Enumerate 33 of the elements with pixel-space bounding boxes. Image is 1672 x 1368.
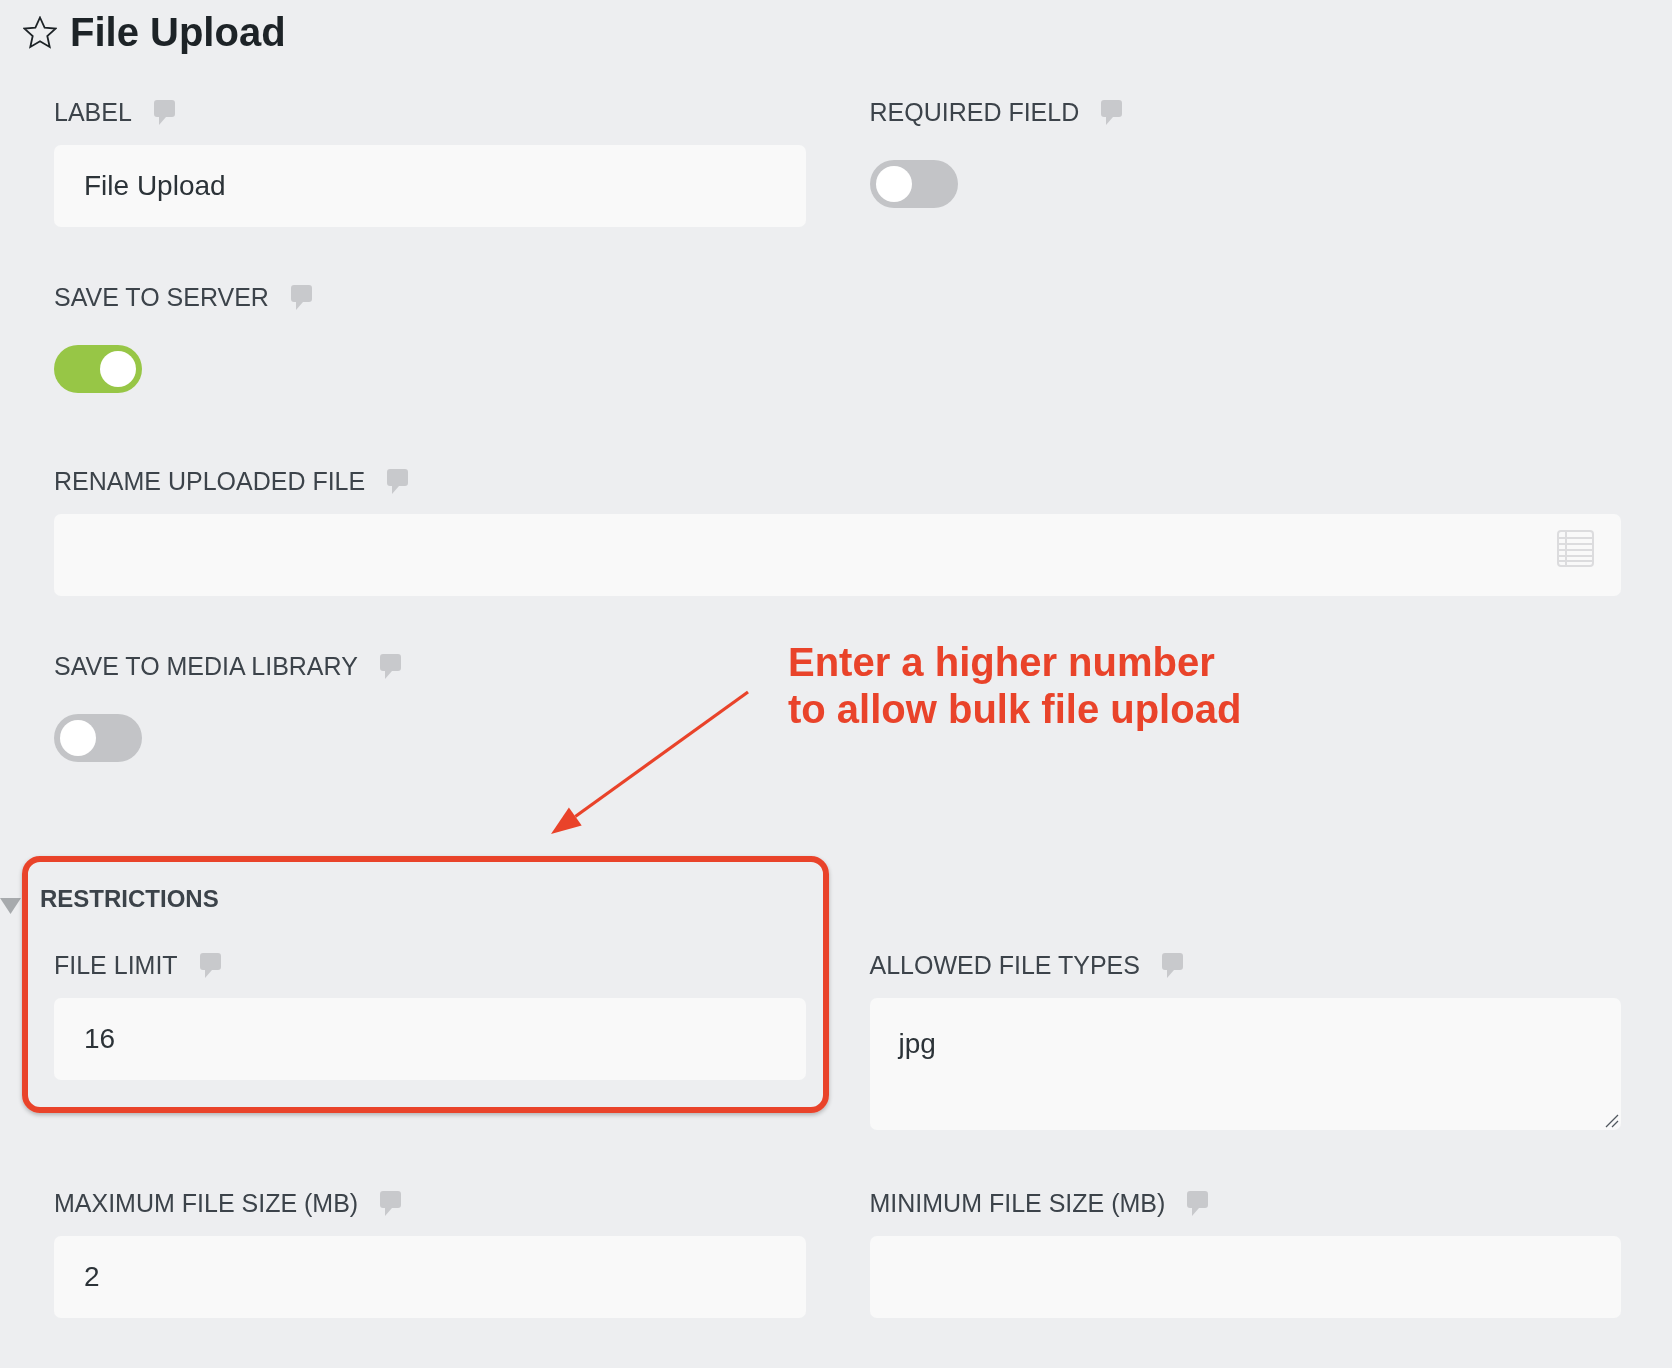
page-title: File Upload bbox=[70, 9, 286, 56]
toggle-switch[interactable] bbox=[54, 714, 142, 762]
comment-icon[interactable] bbox=[380, 1190, 402, 1216]
toggle-switch[interactable] bbox=[869, 160, 958, 208]
comment-icon[interactable] bbox=[153, 99, 175, 125]
text-input[interactable]: File Upload bbox=[54, 145, 806, 227]
comment-icon[interactable] bbox=[1187, 1190, 1209, 1216]
comment-icon[interactable] bbox=[387, 468, 409, 494]
field-label: LABEL bbox=[54, 97, 132, 127]
star-icon[interactable] bbox=[23, 15, 57, 49]
text-input[interactable]: 2 bbox=[54, 1236, 806, 1318]
field-label: SAVE TO SERVER bbox=[54, 282, 269, 312]
comment-icon[interactable] bbox=[199, 952, 221, 978]
comment-icon[interactable] bbox=[1101, 99, 1123, 125]
field-label: MINIMUM FILE SIZE (MB) bbox=[869, 1188, 1166, 1218]
toggle-switch[interactable] bbox=[54, 345, 142, 393]
textarea-field[interactable]: jpg bbox=[869, 998, 1621, 1130]
comment-icon[interactable] bbox=[1161, 952, 1183, 978]
text-input[interactable] bbox=[54, 514, 1621, 596]
field-label: SAVE TO MEDIA LIBRARY bbox=[54, 651, 358, 681]
field-label: MAXIMUM FILE SIZE (MB) bbox=[54, 1188, 359, 1218]
field-label: FILE LIMIT bbox=[54, 950, 178, 980]
field-label: REQUIRED FIELD bbox=[869, 97, 1080, 127]
field-label: RENAME UPLOADED FILE bbox=[54, 466, 366, 496]
resize-handle-icon[interactable] bbox=[1605, 1114, 1619, 1128]
comment-icon[interactable] bbox=[379, 653, 401, 679]
comment-icon[interactable] bbox=[290, 284, 312, 310]
annotation-text: Enter a higher number to allow bulk file upload bbox=[788, 639, 1243, 733]
field-label: ALLOWED FILE TYPES bbox=[869, 950, 1140, 980]
text-input[interactable]: 16 bbox=[54, 998, 806, 1080]
caret-icon[interactable] bbox=[0, 898, 21, 914]
section-heading: RESTRICTIONS bbox=[40, 884, 219, 914]
list-icon[interactable] bbox=[1557, 530, 1594, 567]
